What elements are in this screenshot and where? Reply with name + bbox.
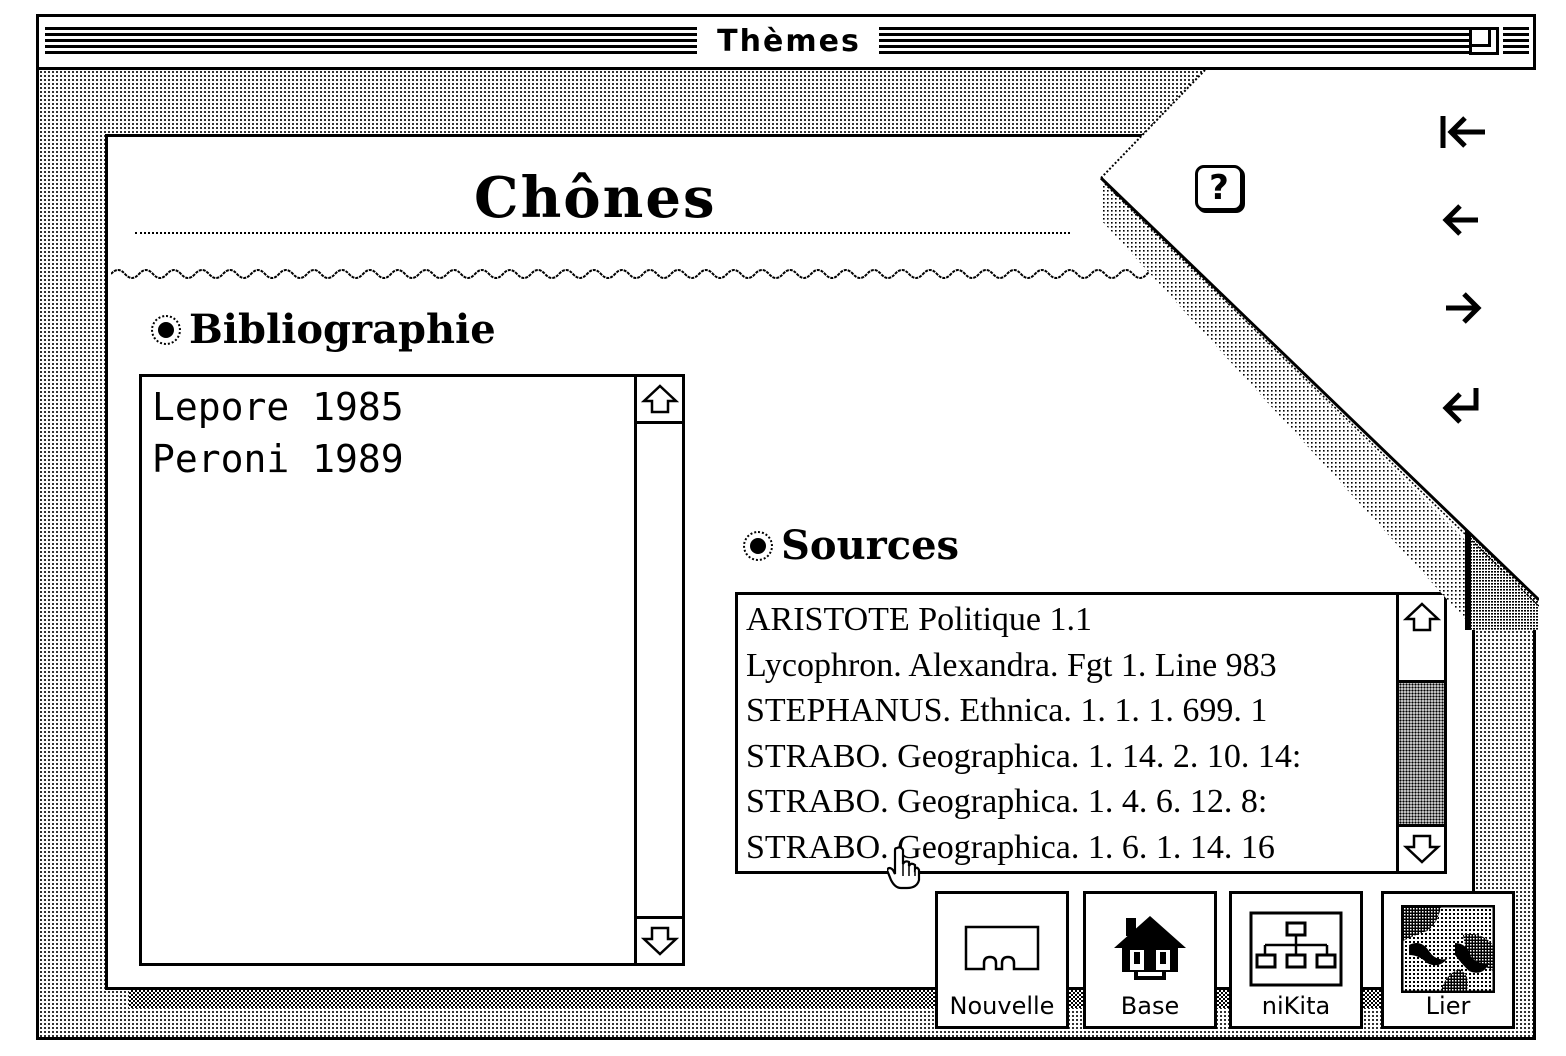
new-card-icon [964,925,1040,971]
nouvelle-button[interactable]: Nouvelle [935,891,1069,1029]
previous-card-button[interactable] [1434,192,1490,248]
bibliographie-scrollbar[interactable] [634,377,682,963]
list-item[interactable]: STRABO. Geographica. 1. 14. 2. 10. 14: [746,734,1388,780]
first-card-button[interactable] [1434,104,1490,160]
title-bar-stripes [1503,27,1529,57]
sources-radio[interactable]: Sources [743,522,959,569]
radio-selected-icon[interactable] [743,530,773,561]
home-icon [1114,916,1186,980]
wavy-divider [111,269,1231,279]
nikita-label: niKita [1261,992,1331,1020]
scroll-up-button[interactable] [1399,595,1444,642]
title-divider [135,232,1070,234]
help-button[interactable]: ? [1195,165,1243,211]
arrow-first-icon [1440,116,1485,148]
return-button[interactable] [1434,376,1490,432]
bibliographie-list[interactable]: Lepore 1985 Peroni 1989 [139,374,685,966]
sources-label: Sources [781,522,960,569]
arrow-up-icon [640,384,679,414]
bibliographie-radio[interactable]: Bibliographie [151,306,496,353]
arrow-right-icon [1446,292,1482,324]
return-arrow-icon [1442,388,1479,424]
title-bar-stripes [879,27,1479,57]
base-label: Base [1120,992,1180,1020]
lier-button[interactable]: Lier [1381,891,1515,1029]
link-puzzle-icon [1401,905,1495,993]
radio-selected-icon[interactable] [151,314,181,345]
arrow-down-icon [1402,834,1441,864]
next-card-button[interactable] [1434,280,1490,336]
list-item[interactable]: STEPHANUS. Ethnica. 1. 1. 1. 699. 1 [746,688,1388,734]
arrow-left-icon [1442,204,1478,236]
list-item[interactable]: Peroni 1989 [152,433,624,485]
list-item[interactable]: Lycophron. Alexandra. Fgt 1. Line 983 [746,643,1388,689]
scroll-thumb[interactable] [1399,639,1444,683]
zoom-box-icon[interactable] [1469,27,1499,55]
card-area: Chônes Bibliographie Lepore 1985 Peroni … [39,70,1539,1037]
lier-label: Lier [1425,992,1471,1020]
scroll-down-button[interactable] [1399,824,1444,871]
arrow-up-icon [1402,602,1441,632]
page-title: Chônes [474,165,717,231]
list-item[interactable]: Lepore 1985 [152,381,624,433]
scroll-down-button[interactable] [637,916,682,963]
bibliographie-label: Bibliographie [189,306,496,353]
window: Thèmes Chônes Bibliographie Lepore 1985 … [36,14,1539,1040]
title-bar-stripes [45,27,697,57]
list-item[interactable]: ARISTOTE Politique 1.1 [746,597,1388,643]
arrow-down-icon [640,926,679,956]
list-item[interactable]: STRABO. Geographica. 1. 4. 6. 12. 8: [746,779,1388,825]
hand-cursor-icon [887,846,921,890]
list-item[interactable]: STRABO. Geographica. 1. 6. 1. 14. 16 [746,825,1388,871]
title-bar[interactable]: Thèmes [39,17,1533,70]
hierarchy-icon [1249,911,1343,987]
window-title: Thèmes [699,23,879,61]
sources-list[interactable]: ARISTOTE Politique 1.1 Lycophron. Alexan… [735,592,1447,874]
nouvelle-label: Nouvelle [949,992,1055,1020]
scroll-track[interactable] [1399,683,1444,827]
scroll-up-button[interactable] [637,377,682,424]
base-button[interactable]: Base [1083,891,1217,1029]
sources-scrollbar[interactable] [1396,595,1444,871]
nikita-button[interactable]: niKita [1229,891,1363,1029]
